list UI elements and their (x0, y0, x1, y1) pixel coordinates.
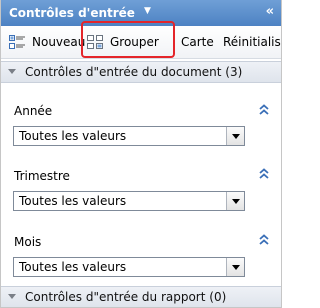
quarter-select[interactable]: Toutes les valeurs (13, 191, 245, 211)
double-chevron-up-icon[interactable] (258, 104, 270, 116)
collapse-panel-icon[interactable]: « (266, 4, 275, 19)
reset-button-label: Réinitialise (223, 35, 281, 49)
document-controls-header[interactable]: Contrôles d"entrée du document (3) (1, 61, 281, 83)
reset-button[interactable]: Réinitialise (223, 26, 281, 58)
toolbar: Nouveau Grouper Carte Réinitialise (1, 26, 281, 59)
group-button-label: Grouper (110, 35, 159, 49)
collapse-triangle-icon (8, 69, 16, 74)
dropdown-arrow-icon[interactable] (226, 258, 244, 276)
group-icon (87, 35, 104, 49)
panel-titlebar: Contrôles d'entrée ▼ « (1, 0, 281, 26)
map-button[interactable]: Carte (181, 26, 214, 58)
filter-label-year: Année (14, 104, 53, 118)
filter-label-quarter: Trimestre (14, 169, 70, 183)
dropdown-arrow-icon[interactable] (226, 127, 244, 145)
month-select-value: Toutes les valeurs (19, 260, 127, 274)
new-button-label: Nouveau (32, 35, 86, 49)
filter-label-month: Mois (14, 235, 42, 249)
title-menu-caret-icon[interactable]: ▼ (144, 6, 151, 16)
quarter-select-value: Toutes les valeurs (19, 194, 127, 208)
new-button[interactable]: Nouveau (9, 26, 85, 58)
dropdown-arrow-icon[interactable] (226, 192, 244, 210)
collapse-triangle-icon (8, 294, 16, 299)
input-controls-panel: Contrôles d'entrée ▼ « Nouveau Grouper C… (0, 0, 282, 308)
year-select[interactable]: Toutes les valeurs (13, 126, 245, 146)
double-chevron-up-icon[interactable] (258, 168, 270, 180)
document-controls-label: Contrôles d"entrée du document (3) (25, 65, 243, 79)
year-select-value: Toutes les valeurs (19, 129, 127, 143)
group-button[interactable]: Grouper (87, 26, 159, 58)
double-chevron-up-icon[interactable] (258, 234, 270, 246)
map-button-label: Carte (181, 35, 214, 49)
new-control-icon (9, 35, 26, 49)
month-select[interactable]: Toutes les valeurs (13, 257, 245, 277)
panel-title: Contrôles d'entrée (9, 6, 135, 20)
report-controls-header[interactable]: Contrôles d"entrée du rapport (0) (1, 286, 281, 307)
report-controls-label: Contrôles d"entrée du rapport (0) (25, 290, 227, 304)
